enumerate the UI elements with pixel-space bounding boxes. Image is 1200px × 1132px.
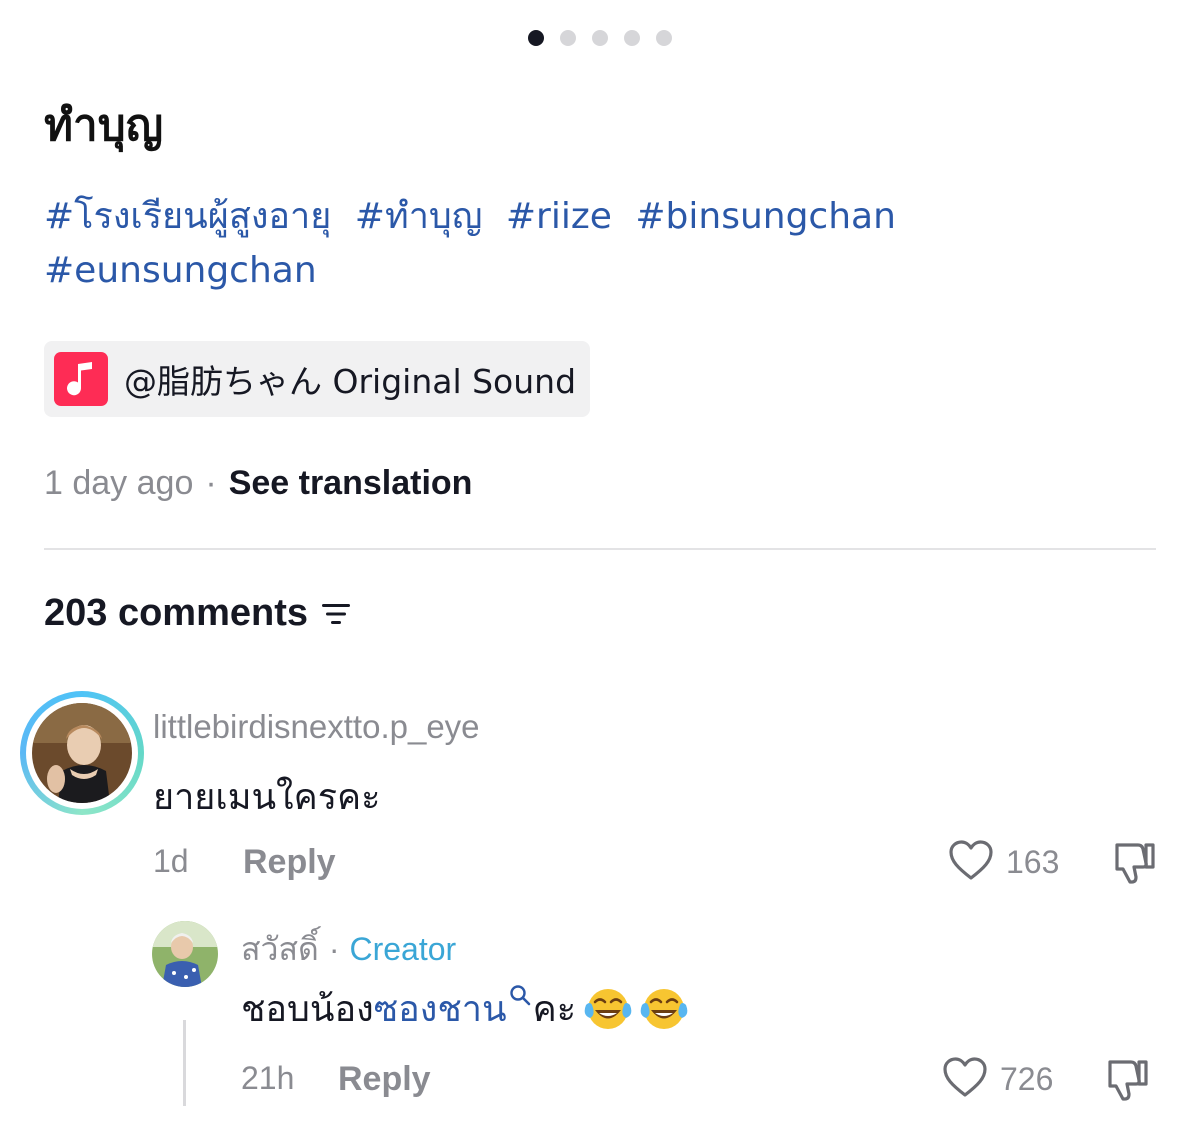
reply-separator: · <box>328 931 340 967</box>
comments-header: 203 comments <box>44 592 352 635</box>
sort-filter-icon[interactable] <box>322 602 352 631</box>
hashtag-link[interactable]: #eunsungchan <box>44 250 317 291</box>
dislike-thumb-icon[interactable] <box>1104 1056 1150 1107</box>
like-button[interactable]: 726 <box>942 1056 1053 1103</box>
hashtag-link[interactable]: #riize <box>506 196 612 237</box>
reply-text: ชอบน้อง ซองชาน คะ <box>241 980 688 1037</box>
reply-header: สวัสดิ์ · Creator <box>241 924 456 975</box>
pager-dot[interactable] <box>656 30 672 46</box>
search-keyword-link[interactable]: ซองชาน <box>374 980 507 1037</box>
pager-dot[interactable] <box>560 30 576 46</box>
reply-username[interactable]: สวัสดิ์ <box>241 924 319 975</box>
reply-time: 21h <box>241 1060 295 1096</box>
avatar-story-ring[interactable] <box>20 691 144 815</box>
like-button[interactable]: 163 <box>948 839 1059 886</box>
post-meta: 1 day ago · See translation <box>44 460 472 506</box>
reply-button[interactable]: Reply <box>338 1060 431 1099</box>
reply-text-after: คะ <box>532 989 577 1030</box>
see-translation-link[interactable]: See translation <box>229 460 473 506</box>
hashtag-link[interactable]: #binsungchan <box>635 196 896 237</box>
thread-line <box>183 1020 186 1106</box>
search-icon[interactable] <box>509 974 531 1015</box>
tears-of-joy-emoji-icon <box>640 985 688 1033</box>
hashtag-link[interactable]: #ทำบุญ <box>355 196 483 237</box>
reply-text-before: ชอบน้อง <box>241 989 374 1030</box>
creator-badge: Creator <box>349 931 457 967</box>
divider <box>44 548 1156 550</box>
dislike-thumb-icon[interactable] <box>1111 839 1157 890</box>
sound-label: @脂肪ちゃん Original Sound <box>124 362 577 401</box>
comment-count: 203 comments <box>44 592 309 634</box>
post-title: ทำบุญ <box>44 100 164 151</box>
post-time: 1 day ago <box>44 464 194 502</box>
hashtag-list: #โรงเรียนผู้สูงอายุ #ทำบุญ #riize #binsu… <box>44 190 1154 298</box>
comment-time: 1d <box>153 843 189 879</box>
pager-dot-active[interactable] <box>528 30 544 46</box>
comment-text: ยายเมนใครคะ <box>153 777 381 818</box>
comment-username[interactable]: littlebirdisnextto.p_eye <box>153 708 480 746</box>
heart-icon <box>948 839 994 886</box>
music-note-icon <box>54 352 108 406</box>
meta-separator: · <box>205 464 217 502</box>
pager-dot[interactable] <box>624 30 640 46</box>
like-count: 726 <box>1000 1061 1054 1097</box>
like-count: 163 <box>1006 844 1060 880</box>
avatar <box>32 703 132 803</box>
reply-actions: 21h Reply 726 <box>241 1057 1156 1106</box>
comment-actions: 1d Reply 163 <box>153 840 1156 889</box>
carousel-pager <box>0 30 1200 46</box>
reply-button[interactable]: Reply <box>243 843 336 882</box>
tears-of-joy-emoji-icon <box>584 985 632 1033</box>
hashtag-link[interactable]: #โรงเรียนผู้สูงอายุ <box>44 196 331 237</box>
pager-dot[interactable] <box>592 30 608 46</box>
reply-avatar[interactable] <box>152 921 218 987</box>
original-sound-chip[interactable]: @脂肪ちゃん Original Sound <box>44 341 591 417</box>
heart-icon <box>942 1056 988 1103</box>
